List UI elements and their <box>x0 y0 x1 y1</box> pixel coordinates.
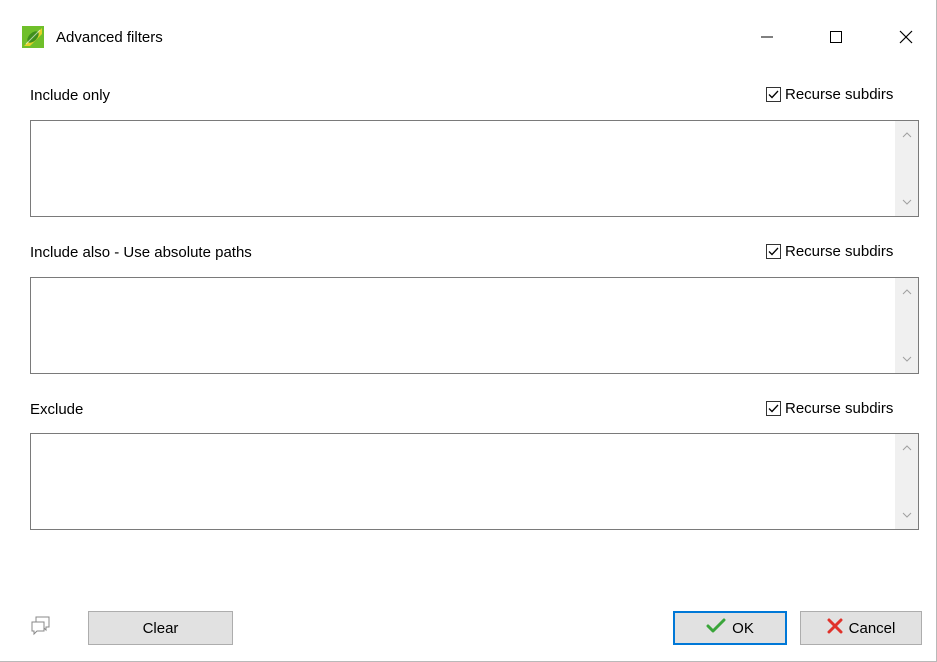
ok-button-label: OK <box>732 619 754 637</box>
maximize-button[interactable] <box>813 22 859 52</box>
include-only-label: Include only <box>30 87 111 104</box>
cancel-button[interactable]: Cancel <box>800 611 922 645</box>
include-only-recurse-checkbox[interactable]: Recurse subdirs <box>766 86 893 103</box>
scroll-down-icon[interactable] <box>895 349 918 369</box>
maximize-icon <box>830 31 842 43</box>
checkbox-checked-icon[interactable] <box>766 401 781 416</box>
scroll-up-icon[interactable] <box>895 125 918 145</box>
app-icon <box>22 26 44 48</box>
recurse-subdirs-label: Recurse subdirs <box>785 400 894 417</box>
clear-button-label: Clear <box>142 619 179 637</box>
scroll-down-icon[interactable] <box>895 505 918 525</box>
scroll-up-icon[interactable] <box>895 282 918 302</box>
close-button[interactable] <box>883 22 929 52</box>
checkbox-checked-icon[interactable] <box>766 87 781 102</box>
vertical-scrollbar[interactable] <box>895 434 918 529</box>
cancel-button-label: Cancel <box>848 619 896 637</box>
title-bar[interactable]: Advanced filters <box>0 0 936 48</box>
scroll-down-icon[interactable] <box>895 192 918 212</box>
vertical-scrollbar[interactable] <box>895 278 918 373</box>
include-also-recurse-checkbox[interactable]: Recurse subdirs <box>766 243 893 260</box>
include-also-label: Include also - Use absolute paths <box>30 244 252 261</box>
vertical-scrollbar[interactable] <box>895 121 918 216</box>
checkbox-checked-icon[interactable] <box>766 244 781 259</box>
minimize-icon <box>761 36 773 38</box>
ok-button[interactable]: OK <box>673 611 787 645</box>
minimize-button[interactable] <box>744 22 790 52</box>
include-also-textarea[interactable] <box>30 277 919 374</box>
close-icon <box>899 30 913 44</box>
speech-bubbles-icon[interactable] <box>29 614 53 638</box>
include-only-textarea[interactable] <box>30 120 919 217</box>
clear-button[interactable]: Clear <box>88 611 233 645</box>
advanced-filters-window: Advanced filters Include only Recurse su… <box>0 0 937 662</box>
scroll-up-icon[interactable] <box>895 438 918 458</box>
checkmark-icon <box>706 618 726 638</box>
exclude-textarea[interactable] <box>30 433 919 530</box>
recurse-subdirs-label: Recurse subdirs <box>785 243 894 260</box>
exclude-label: Exclude <box>30 401 84 418</box>
window-title: Advanced filters <box>56 29 163 46</box>
recurse-subdirs-label: Recurse subdirs <box>785 86 894 103</box>
exclude-recurse-checkbox[interactable]: Recurse subdirs <box>766 400 893 417</box>
x-icon <box>827 618 843 638</box>
